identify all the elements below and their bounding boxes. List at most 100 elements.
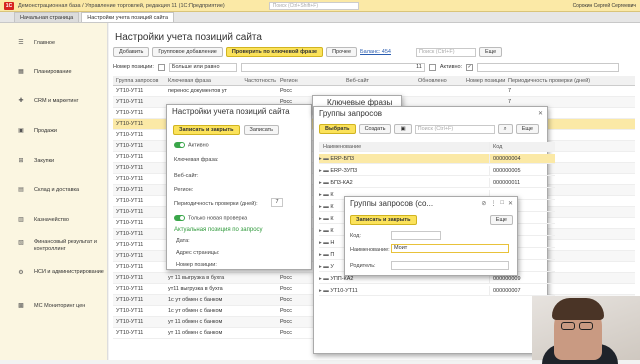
expand-icon[interactable]: ▸ ▬ — [319, 252, 330, 258]
active-filter-label: Активно: — [439, 64, 463, 70]
position-filter-label: Номер позиции: — [113, 64, 154, 70]
page-address-label: Адрес страницы: — [176, 250, 220, 256]
groups-more-button[interactable]: Еще — [515, 124, 539, 134]
sidebar-item-warehouse[interactable]: ▤ Склад и доставка — [0, 186, 108, 194]
only-new-toggle[interactable]: Только новая проверка — [174, 215, 247, 221]
add-button[interactable]: Добавить — [113, 47, 150, 57]
code-input[interactable] — [391, 231, 441, 240]
close-icon[interactable]: ✕ — [508, 200, 513, 207]
tab-strip: Начальная страница Настройки учета позиц… — [0, 12, 640, 23]
create-folder-icon[interactable]: ▣ — [394, 124, 412, 134]
groups-table-row[interactable]: ▸ ▬ БП3-КА2 000000011 — [319, 178, 555, 188]
list-search-input[interactable]: Поиск (Ctrl+F) — [416, 47, 476, 57]
group-add-button[interactable]: Групповое добавление — [152, 47, 223, 57]
settings-save-button[interactable]: Записать — [243, 125, 280, 135]
sidebar-item-planning[interactable]: ▦ Планирование — [0, 68, 108, 76]
date-label: Дата: — [176, 238, 190, 244]
user-name[interactable]: Сорокин Сергей Сергеевич — [573, 3, 636, 9]
sidebar-item-monitoring[interactable]: ▩ МС Мониторинг цен — [0, 302, 108, 310]
chart-icon: ▦ — [18, 69, 24, 75]
check-by-phrase-button[interactable]: Проверить по ключевой фразе — [225, 47, 324, 57]
groups-table-row[interactable]: ▸ ▬ ERP-БП3 000000004 — [319, 154, 555, 164]
nsi-icon: ⚙ — [18, 270, 24, 276]
sidebar: ☰ Главное ▦ Планирование ✚ CRM и маркетинг … — [0, 23, 108, 360]
expand-icon[interactable]: ▸ ▬ — [319, 168, 330, 174]
table-header: Группа запросов Ключевая фраза Частотнос… — [113, 76, 635, 86]
sidebar-item-purchases[interactable]: ⊞ Закупки — [0, 157, 108, 165]
active-toggle[interactable]: Активно — [174, 142, 209, 148]
maximize-icon[interactable]: □ — [500, 200, 504, 207]
sidebar-item-crm[interactable]: ✚ CRM и маркетинг — [0, 97, 108, 105]
filter-bar: Номер позиции: Больше или равно 11 Актив… — [113, 62, 639, 72]
balance-link[interactable]: Баланс: 454 — [360, 49, 391, 55]
list-toolbar: Добавить Групповое добавление Проверить … — [113, 47, 503, 57]
new-group-dialog-title: Группы запросов (со... — [350, 199, 434, 208]
link-icon[interactable]: ⊘ — [481, 200, 486, 207]
cart-icon: ⊞ — [18, 158, 24, 164]
close-icon[interactable]: ✕ — [538, 110, 543, 117]
more-button[interactable]: Еще — [479, 47, 503, 57]
code-label: Код: — [350, 233, 361, 239]
money-icon: ▥ — [18, 217, 24, 223]
sidebar-item-sales[interactable]: ▣ Продажи — [0, 127, 108, 135]
sidebar-item-treasury[interactable]: ▥ Казначейство — [0, 216, 108, 224]
parent-select[interactable] — [391, 261, 509, 270]
expand-icon[interactable]: ▸ ▬ — [319, 180, 330, 186]
menu-icon: ☰ — [18, 40, 24, 46]
tab-home[interactable]: Начальная страница — [14, 12, 80, 22]
new-group-dialog: Группы запросов (со... ⊘ ⋮ □ ✕ Записать и з… — [344, 196, 518, 276]
new-group-more-button[interactable]: Еще — [489, 215, 513, 225]
sidebar-item-main[interactable]: ☰ Главное — [0, 39, 108, 47]
actual-position-header: Актуальная позиция по запросу — [174, 227, 263, 233]
website-label: Веб-сайт: — [174, 173, 199, 179]
search-icon[interactable]: ⌕ — [497, 124, 513, 134]
groups-table-header: Наименование Код — [319, 142, 555, 152]
active-filter-checkbox[interactable] — [428, 63, 436, 71]
groups-search-input[interactable]: Поиск (Ctrl+F) — [414, 124, 495, 134]
expand-icon[interactable]: ▸ ▬ — [319, 156, 330, 162]
name-input[interactable]: Моит — [391, 244, 509, 253]
expand-icon[interactable]: ▸ ▬ — [319, 204, 330, 210]
create-button[interactable]: Создать — [358, 124, 392, 134]
active-value-checkbox[interactable]: ✓ — [466, 63, 474, 71]
choose-button[interactable]: Выбрать — [319, 124, 356, 134]
menu-dots-icon[interactable]: ⋮ — [490, 200, 496, 207]
parent-label: Родитель: — [350, 263, 376, 269]
toggle-icon — [174, 142, 185, 148]
1c-logo-icon: 1С — [4, 1, 14, 10]
sidebar-item-finance[interactable]: ▧ Финансовый результат и контроллинг — [0, 239, 108, 253]
condition-select[interactable]: Больше или равно — [168, 62, 237, 72]
region-label: Регион: — [174, 187, 194, 193]
settings-save-close-button[interactable]: Записать и закрыть — [173, 125, 240, 135]
expand-icon[interactable]: ▸ ▬ — [319, 228, 330, 234]
tab-site-positions[interactable]: Настройки учета позиций сайта — [81, 12, 175, 22]
active-value-input[interactable] — [477, 62, 620, 72]
period-label: Периодичность проверки (дней): — [174, 201, 258, 207]
period-input[interactable]: 7 — [271, 198, 283, 207]
webcam-video — [532, 296, 640, 364]
position-value-input[interactable]: 11 — [240, 62, 425, 72]
groups-table-row[interactable]: ▸ ▬ ERP-ЗУП3 000000005 — [319, 166, 555, 176]
position-label: Номер позиции: — [176, 262, 217, 268]
other-button[interactable]: Прочее — [326, 47, 358, 57]
settings-dialog-title: Настройки учета позиций сайта — [172, 107, 290, 116]
phrase-label: Ключевая фраза: — [174, 157, 219, 163]
title-bar: 1С Демонстрационная база / Управление то… — [0, 0, 640, 12]
sidebar-item-nsi[interactable]: ⚙ НСИ и администрирование — [0, 269, 108, 276]
app-title: Демонстрационная база / Управление торго… — [18, 2, 225, 9]
expand-icon[interactable]: ▸ ▬ — [319, 216, 330, 222]
monitor-icon: ▩ — [18, 303, 24, 309]
groups-table-row[interactable]: ▸ ▬ УТ10-УТ11 000000007 — [319, 286, 555, 296]
expand-icon[interactable]: ▸ ▬ — [319, 240, 330, 246]
crm-icon: ✚ — [18, 98, 24, 104]
expand-icon[interactable]: ▸ ▬ — [319, 288, 330, 294]
expand-icon[interactable]: ▸ ▬ — [319, 264, 330, 270]
expand-icon[interactable]: ▸ ▬ — [319, 276, 330, 282]
global-search-input[interactable]: Поиск (Ctrl+Shift+F) — [268, 1, 359, 10]
expand-icon[interactable]: ▸ ▬ — [319, 192, 330, 198]
new-group-save-close-button[interactable]: Записать и закрыть — [350, 215, 417, 225]
position-filter-checkbox[interactable] — [157, 63, 165, 71]
settings-dialog: Настройки учета позиций сайта Записать и… — [166, 104, 312, 270]
name-label: Наименование: — [350, 247, 390, 253]
warehouse-icon: ▤ — [18, 187, 24, 193]
